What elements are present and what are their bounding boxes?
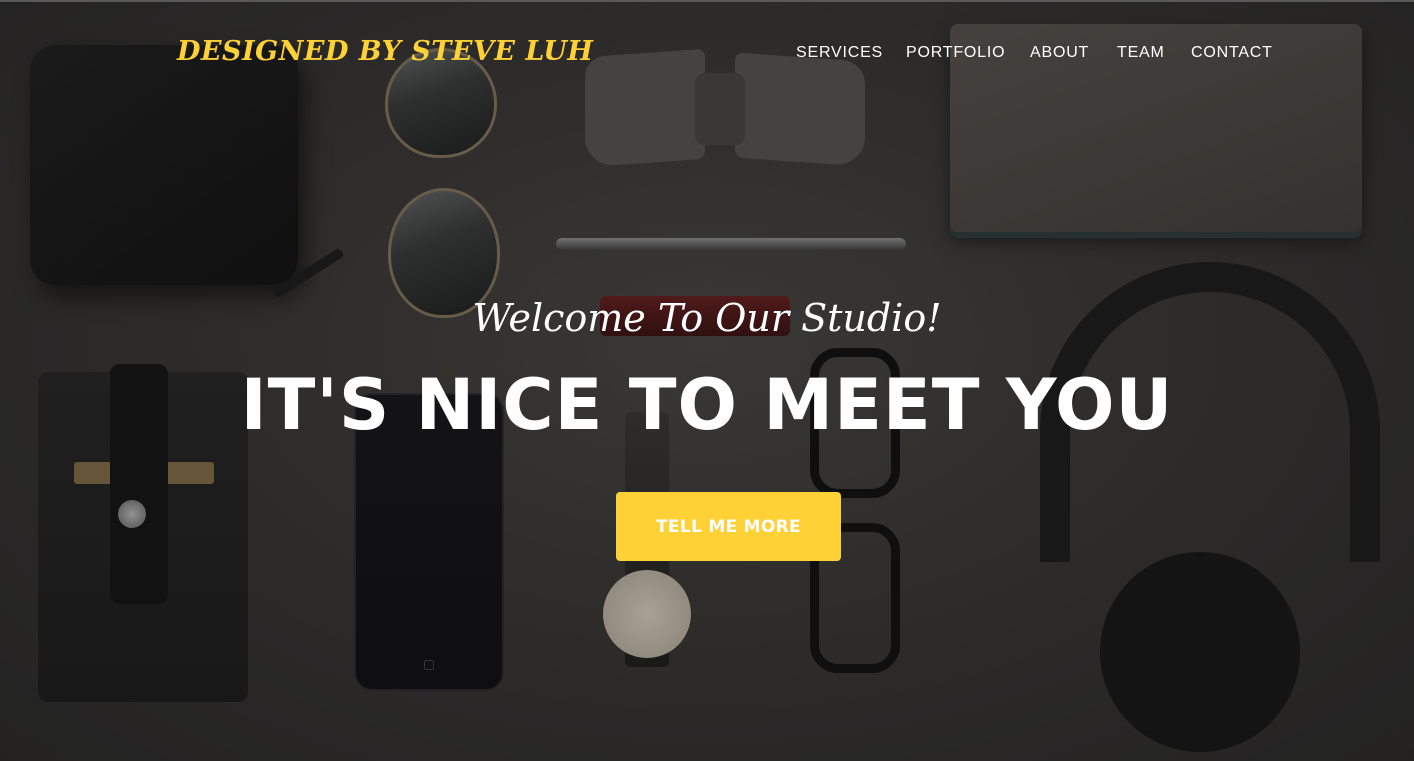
intro-lead-text: Welcome To Our Studio! — [472, 296, 942, 340]
nav-link-about[interactable]: ABOUT — [1030, 44, 1089, 62]
nav-link-contact[interactable]: CONTACT — [1191, 44, 1273, 62]
main-nav: SERVICES PORTFOLIO ABOUT TEAM CONTACT — [0, 44, 1414, 64]
hero-section: DESIGNED BY STEVE LUH SERVICES PORTFOLIO… — [0, 0, 1414, 761]
nav-link-services[interactable]: SERVICES — [796, 44, 883, 62]
nav-link-portfolio[interactable]: PORTFOLIO — [906, 44, 1005, 62]
nav-link-team[interactable]: TEAM — [1117, 44, 1165, 62]
tell-me-more-button[interactable]: TELL ME MORE — [616, 492, 841, 561]
intro-heading: IT'S NICE TO MEET YOU — [240, 364, 1174, 446]
